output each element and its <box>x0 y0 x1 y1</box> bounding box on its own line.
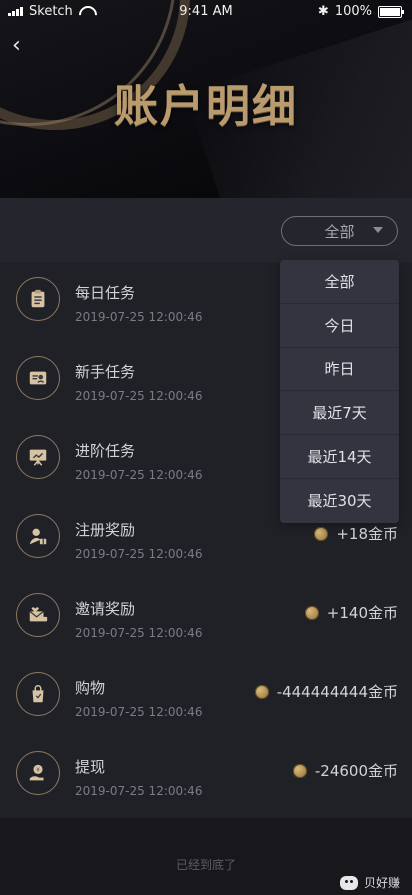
transaction-title: 每日任务 <box>75 284 136 302</box>
filter-option-all[interactable]: 全部 <box>280 260 399 304</box>
coin-icon <box>304 605 319 620</box>
transaction-date: 2019-07-25 12:00:46 <box>75 705 203 719</box>
person-gift-icon <box>16 514 60 558</box>
filter-option-30days[interactable]: 最近30天 <box>280 479 399 523</box>
battery-percent: 100% <box>334 4 372 19</box>
transaction-title: 注册奖励 <box>75 521 136 539</box>
hero-banner: Sketch 9:41 AM ✱ 100% ‹ 账户明细 <box>0 0 412 198</box>
transaction-date: 2019-07-25 12:00:46 <box>75 784 203 798</box>
filter-dropdown-menu: 全部 今日 昨日 最近7天 最近14天 最近30天 <box>280 260 399 523</box>
presentation-icon <box>16 435 60 479</box>
transaction-row[interactable]: 邀请奖励 2019-07-25 12:00:46 +140金币 <box>0 578 412 657</box>
filter-dropdown-button[interactable]: 全部 <box>281 216 398 246</box>
coin-icon <box>254 684 269 699</box>
caret-down-icon <box>373 227 383 233</box>
end-of-list-text: 已经到底了 <box>175 858 236 872</box>
filter-option-yesterday[interactable]: 昨日 <box>280 348 399 392</box>
transaction-amount: +140金币 <box>304 602 398 623</box>
transaction-amount-value: +18金币 <box>336 525 398 543</box>
transaction-amount: +18金币 <box>314 523 398 544</box>
transaction-date: 2019-07-25 12:00:46 <box>75 626 203 640</box>
coin-icon <box>314 526 329 541</box>
user-card-icon <box>16 356 60 400</box>
transaction-row[interactable]: 购物 2019-07-25 12:00:46 -444444444金币 <box>0 657 412 736</box>
transaction-title: 邀请奖励 <box>75 600 136 618</box>
svg-text:¥: ¥ <box>36 768 40 774</box>
battery-icon <box>378 5 404 18</box>
clipboard-icon <box>16 277 60 321</box>
watermark: 贝好赚 <box>339 874 400 891</box>
invite-reward-icon <box>16 593 60 637</box>
transaction-amount-value: +140金币 <box>326 604 398 622</box>
status-bar: Sketch 9:41 AM ✱ 100% <box>0 0 412 24</box>
transaction-amount-value: -444444444金币 <box>276 683 398 701</box>
wechat-icon <box>339 875 358 890</box>
transaction-date: 2019-07-25 12:00:46 <box>75 389 203 403</box>
transaction-date: 2019-07-25 12:00:46 <box>75 468 203 482</box>
transaction-date: 2019-07-25 12:00:46 <box>75 310 203 324</box>
coin-icon <box>292 763 307 778</box>
transaction-title: 进阶任务 <box>75 442 136 460</box>
list-footer: 已经到底了 贝好赚 <box>0 818 412 895</box>
transaction-title: 提现 <box>75 758 106 776</box>
shopping-bag-icon <box>16 672 60 716</box>
chevron-left-icon: ‹ <box>12 33 21 58</box>
filter-option-7days[interactable]: 最近7天 <box>280 391 399 436</box>
withdraw-icon: ¥ <box>16 751 60 795</box>
transaction-amount: -444444444金币 <box>254 681 398 702</box>
page-title: 账户明细 <box>114 81 298 132</box>
bluetooth-icon: ✱ <box>317 4 329 19</box>
watermark-text: 贝好赚 <box>363 876 400 890</box>
filter-selected-label: 全部 <box>324 222 355 241</box>
status-right: ✱ 100% <box>317 4 404 19</box>
back-button[interactable]: ‹ <box>12 33 32 58</box>
filter-option-today[interactable]: 今日 <box>280 304 399 348</box>
transaction-title: 购物 <box>75 679 106 697</box>
transaction-amount-value: -24600金币 <box>314 762 398 780</box>
transaction-date: 2019-07-25 12:00:46 <box>75 547 203 561</box>
transaction-title: 新手任务 <box>75 363 136 381</box>
transaction-row[interactable]: ¥ 提现 2019-07-25 12:00:46 -24600金币 <box>0 736 412 815</box>
transaction-amount: -24600金币 <box>292 760 398 781</box>
filter-option-14days[interactable]: 最近14天 <box>280 435 399 479</box>
